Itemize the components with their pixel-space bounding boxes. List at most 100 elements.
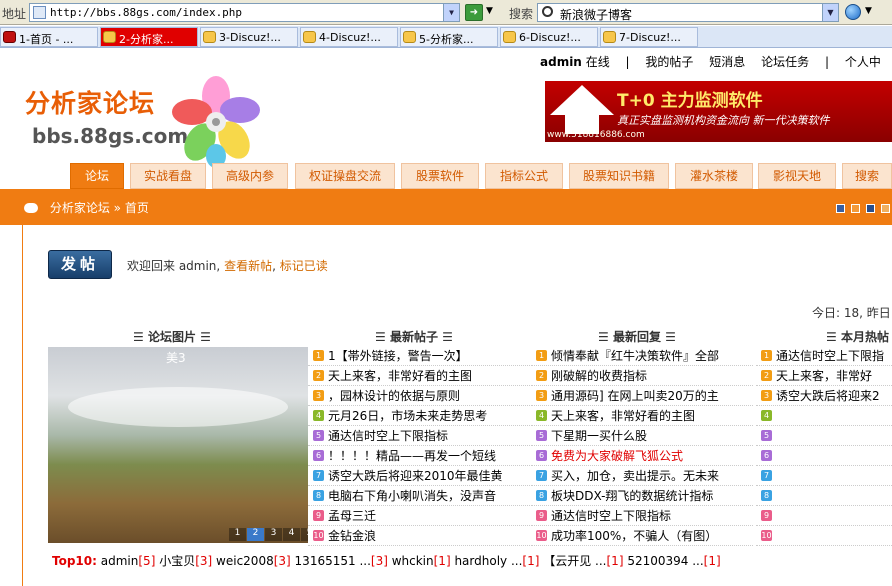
tasks-link[interactable]: 论坛任务 bbox=[761, 55, 809, 69]
list-item[interactable]: 4 天上来客，非常好看的主图 bbox=[531, 406, 753, 426]
pager-4[interactable]: 4 bbox=[283, 528, 300, 541]
go-dropdown-icon[interactable]: ▼ bbox=[486, 6, 493, 16]
list-item[interactable]: 9 bbox=[756, 506, 892, 526]
tab-2[interactable]: 2-分析家... bbox=[100, 27, 198, 47]
nav-insider[interactable]: 高级内参 bbox=[212, 163, 288, 189]
list-item[interactable]: 2 天上来客，非常好看的主图 bbox=[308, 366, 530, 386]
top-user[interactable]: admin bbox=[101, 554, 139, 568]
profile-link[interactable]: 个人中 bbox=[845, 55, 881, 69]
pager-3[interactable]: 3 bbox=[265, 528, 282, 541]
view-new-posts-link[interactable]: 查看新帖 bbox=[224, 259, 272, 273]
pager-2[interactable]: 2 bbox=[247, 528, 264, 541]
top10-users: Top10: admin[5] 小宝贝[3] weic2008[3] 13165… bbox=[52, 554, 721, 568]
list-item[interactable]: 9 孟母三迁 bbox=[308, 506, 530, 526]
nav-teahouse[interactable]: 灌水茶楼 bbox=[675, 163, 753, 189]
globe-icon[interactable] bbox=[845, 4, 861, 20]
top-user[interactable]: weic2008 bbox=[216, 554, 274, 568]
globe-dropdown-icon[interactable]: ▼ bbox=[865, 6, 872, 16]
search-input[interactable]: 新浪微子博客 ▼ bbox=[537, 3, 839, 22]
list-item[interactable]: 7 bbox=[756, 466, 892, 486]
photo-slideshow[interactable]: 美3 12345 bbox=[48, 347, 308, 543]
tab-1[interactable]: 1-首页 - ... bbox=[0, 27, 98, 47]
list-item[interactable]: 3 通用源码] 在网上叫卖20万的主 bbox=[531, 386, 753, 406]
list-item[interactable]: 6 免费为大家破解飞狐公式 bbox=[531, 446, 753, 466]
breadcrumb-bar: 分析家论坛 » 首页 bbox=[0, 189, 892, 225]
url-input[interactable]: http://bbs.88gs.com/index.php ▼ bbox=[29, 3, 460, 22]
url-dropdown-icon[interactable]: ▼ bbox=[443, 4, 459, 21]
search-value: 新浪微子博客 bbox=[560, 8, 633, 22]
online-status: 在线 bbox=[585, 55, 610, 69]
list-item[interactable]: 10 金钻金浪 bbox=[308, 526, 530, 546]
username[interactable]: admin bbox=[540, 55, 582, 69]
breadcrumb: 分析家论坛 » 首页 bbox=[24, 199, 149, 216]
breadcrumb-forum[interactable]: 分析家论坛 bbox=[50, 201, 110, 215]
pager-5[interactable]: 5 bbox=[301, 528, 308, 541]
nav-software[interactable]: 股票软件 bbox=[401, 163, 479, 189]
breadcrumb-page: 首页 bbox=[124, 201, 149, 215]
forum-icon bbox=[103, 31, 116, 43]
list-item[interactable]: 7 买入，加仓，卖出提示。无未来 bbox=[531, 466, 753, 486]
welcome-text: 欢迎回来 admin, 查看新帖, 标记已读 bbox=[127, 259, 328, 273]
new-posts-list: 1 1【帯外链接，警告一次】 2 天上来客，非常好看的主图 3 ，园林设计的依据与原则… bbox=[308, 346, 530, 546]
address-bar: 地址 http://bbs.88gs.com/index.php ▼ ➜ ▼ 搜… bbox=[0, 0, 892, 25]
flag-icon bbox=[3, 31, 16, 43]
nav-search[interactable]: 搜索 bbox=[842, 163, 892, 189]
list-item[interactable]: 3 诱空大跌后将迎来2 bbox=[756, 386, 892, 406]
theme-blue-icon[interactable] bbox=[836, 204, 845, 213]
tab-4[interactable]: 4-Discuz!... bbox=[300, 27, 398, 47]
landscape-photo bbox=[48, 347, 308, 543]
nav-forum[interactable]: 论坛 bbox=[70, 163, 124, 189]
tab-3[interactable]: 3-Discuz!... bbox=[200, 27, 298, 47]
list-item[interactable]: 8 bbox=[756, 486, 892, 506]
main-nav: 论坛 实战看盘 高级内参 权证操盘交流 股票软件 指标公式 股票知识书籍 灌水茶… bbox=[0, 163, 892, 189]
nav-warrants[interactable]: 权证操盘交流 bbox=[295, 163, 395, 189]
list-item[interactable]: 9 通达信时空上下限指标 bbox=[531, 506, 753, 526]
list-item[interactable]: 4 元月26日，市场未来走势思考 bbox=[308, 406, 530, 426]
list-item[interactable]: 2 刚破解的收费指标 bbox=[531, 366, 753, 386]
nav-live[interactable]: 实战看盘 bbox=[130, 163, 206, 189]
top-user[interactable]: whckin bbox=[392, 554, 434, 568]
list-item[interactable]: 3 ，园林设计的依据与原则 bbox=[308, 386, 530, 406]
list-item[interactable]: 1 通达信时空上下限指 bbox=[756, 346, 892, 366]
list-item[interactable]: 6 bbox=[756, 446, 892, 466]
go-button[interactable]: ➜ bbox=[465, 4, 483, 21]
top-user[interactable]: 【云开见 ... bbox=[543, 554, 606, 568]
list-item[interactable]: 8 电脑右下角小喇叭消失，没声音 bbox=[308, 486, 530, 506]
list-item[interactable]: 1 1【帯外链接，警告一次】 bbox=[308, 346, 530, 366]
theme-gold-icon[interactable] bbox=[881, 204, 890, 213]
site-logo[interactable]: 分析家论坛 bbs.88gs.com bbox=[20, 76, 265, 168]
top-user[interactable]: hardholy ... bbox=[454, 554, 522, 568]
list-item[interactable]: 6 ！！！！精品——再发一个短线 bbox=[308, 446, 530, 466]
ad-banner[interactable]: T+0 主力监测软件 真正实盘监测机构资金流向 新一代决策软件 www.5188… bbox=[545, 81, 892, 142]
my-posts-link[interactable]: 我的帖子 bbox=[645, 55, 693, 69]
nav-books[interactable]: 股票知识书籍 bbox=[569, 163, 669, 189]
list-item[interactable]: 10 成功率100%，不骗人（有图） bbox=[531, 526, 753, 546]
theme-orange-icon[interactable] bbox=[851, 204, 860, 213]
nav-formulas[interactable]: 指标公式 bbox=[485, 163, 563, 189]
tab-5[interactable]: 5-分析家... bbox=[400, 27, 498, 47]
top-user[interactable]: 52100394 ... bbox=[627, 554, 703, 568]
messages-link[interactable]: 短消息 bbox=[709, 55, 745, 69]
top-user[interactable]: 小宝贝 bbox=[159, 554, 195, 568]
user-bar: admin 在线 | 我的帖子 短消息 论坛任务 | 个人中 bbox=[540, 53, 892, 71]
tab-7[interactable]: 7-Discuz!... bbox=[600, 27, 698, 47]
banner-site: www.518816886.com bbox=[547, 130, 645, 140]
separator: | bbox=[625, 55, 630, 69]
top-user[interactable]: 13165151 ... bbox=[295, 554, 371, 568]
list-item[interactable]: 4 bbox=[756, 406, 892, 426]
tab-6[interactable]: 6-Discuz!... bbox=[500, 27, 598, 47]
search-dropdown-icon[interactable]: ▼ bbox=[822, 4, 838, 21]
list-item[interactable]: 5 通达信时空上下限指标 bbox=[308, 426, 530, 446]
pager-1[interactable]: 1 bbox=[229, 528, 246, 541]
list-item[interactable]: 8 板块DDX-翔飞的数据统计指标 bbox=[531, 486, 753, 506]
list-item[interactable]: 1 倾情奉献『红牛决策软件』全部 bbox=[531, 346, 753, 366]
nav-video[interactable]: 影视天地 bbox=[758, 163, 836, 189]
new-post-button[interactable]: 发帖 bbox=[48, 250, 112, 279]
mark-read-link[interactable]: 标记已读 bbox=[280, 259, 328, 273]
list-item[interactable]: 10 bbox=[756, 526, 892, 546]
theme-navy-icon[interactable] bbox=[866, 204, 875, 213]
list-item[interactable]: 2 天上来客，非常好 bbox=[756, 366, 892, 386]
list-item[interactable]: 5 bbox=[756, 426, 892, 446]
list-item[interactable]: 7 诱空大跌后将迎来2010年最佳黄 bbox=[308, 466, 530, 486]
list-item[interactable]: 5 下星期一买什么股 bbox=[531, 426, 753, 446]
